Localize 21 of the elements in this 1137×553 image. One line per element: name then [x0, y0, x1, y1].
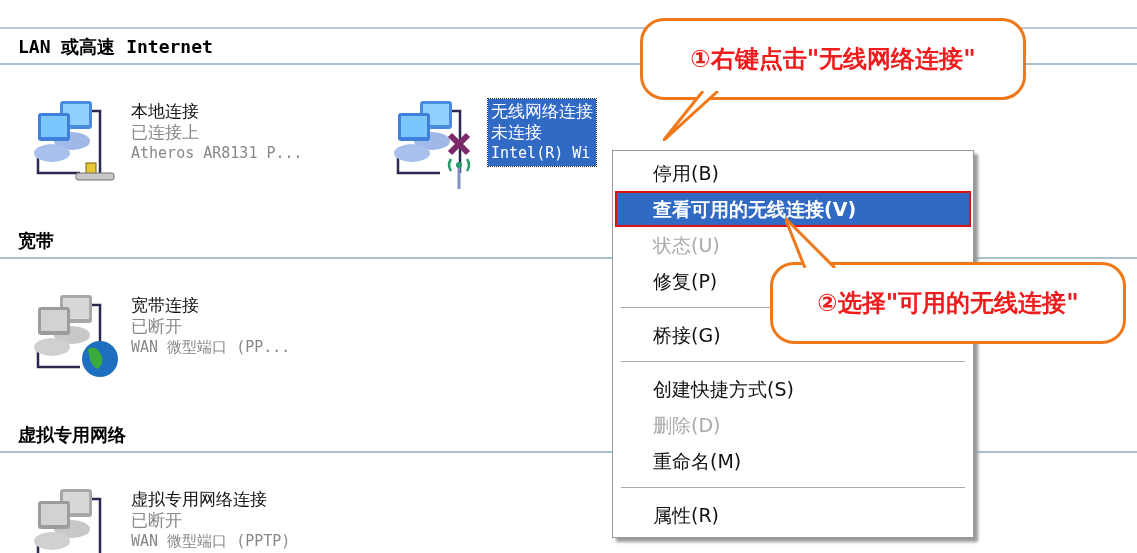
menu-item[interactable]: 停用(B)	[615, 155, 971, 191]
connection-status: 已断开	[131, 316, 183, 337]
connection-label[interactable]: 无线网络连接 未连接 Intel(R) Wi	[488, 99, 596, 166]
connection-status: 已断开	[131, 510, 183, 531]
connection-status: 未连接	[491, 122, 543, 143]
connection-device: WAN 微型端口 (PP...	[131, 337, 291, 358]
connection-name: 无线网络连接	[491, 101, 593, 122]
connection-name: 虚拟专用网络连接	[131, 489, 268, 510]
menu-item[interactable]: 属性(R)	[615, 497, 971, 533]
connection-device: WAN 微型端口 (PPTP)	[131, 531, 291, 552]
connection-status: 已连接上	[131, 122, 200, 143]
connection-label[interactable]: 本地连接 已连接上 Atheros AR8131 P...	[128, 99, 306, 166]
menu-item[interactable]: 查看可用的无线连接(V)	[615, 191, 971, 227]
connection-label[interactable]: 宽带连接 已断开 WAN 微型端口 (PP...	[128, 293, 294, 360]
connection-device: Atheros AR8131 P...	[131, 143, 303, 164]
connection-device: Intel(R) Wi	[491, 143, 592, 164]
connection-name: 本地连接	[131, 101, 200, 122]
connection-label[interactable]: 虚拟专用网络连接 已断开 WAN 微型端口 (PPTP)	[128, 487, 294, 553]
callout-text: ②选择"可用的无线连接"	[817, 288, 1079, 319]
menu-item[interactable]: 创建快捷方式(S)	[615, 371, 971, 407]
connection-name: 宽带连接	[131, 295, 200, 316]
